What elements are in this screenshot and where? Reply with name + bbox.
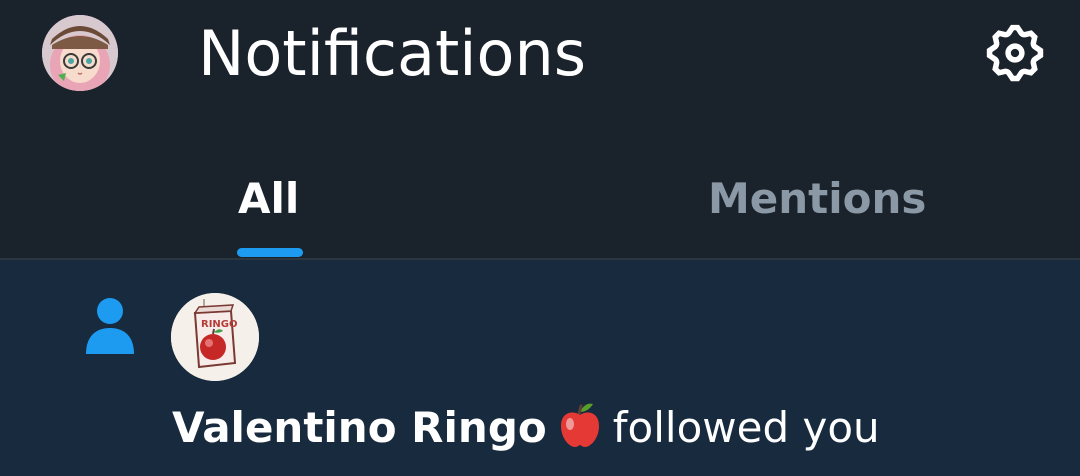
gear-icon (986, 24, 1044, 82)
ringo-juice-box-icon: RINGO (171, 293, 259, 381)
tab-mentions-label: Mentions (708, 174, 927, 223)
active-tab-indicator (237, 248, 303, 257)
top-header: Notifications All Mentions (0, 0, 1080, 258)
tab-all[interactable]: All (238, 166, 299, 232)
notification-item[interactable]: RINGO Valentino Ringo followed you (0, 260, 1080, 476)
page-title: Notifications (198, 17, 587, 90)
anime-avatar-icon (42, 15, 118, 91)
tab-all-label: All (238, 174, 300, 223)
settings-button[interactable] (982, 20, 1048, 86)
tab-mentions[interactable]: Mentions (708, 166, 926, 232)
red-apple-icon (555, 400, 605, 450)
notification-text: Valentino Ringo followed you (172, 398, 880, 458)
follower-name[interactable]: Valentino Ringo (172, 403, 547, 452)
person-icon (82, 296, 138, 356)
notification-action: followed you (612, 403, 880, 452)
follower-avatar[interactable]: RINGO (171, 293, 259, 381)
avatar-label: RINGO (201, 319, 238, 330)
profile-avatar[interactable] (42, 15, 118, 91)
